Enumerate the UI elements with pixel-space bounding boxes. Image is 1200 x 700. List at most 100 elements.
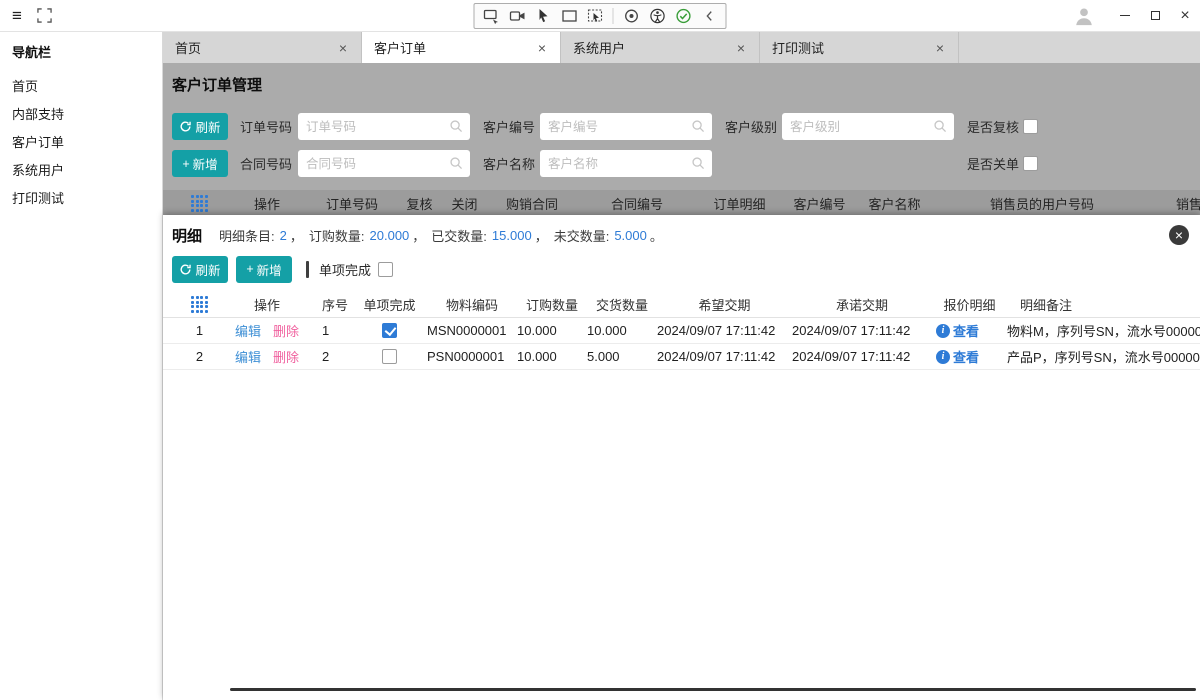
tab-label: 客户订单 [374,41,427,56]
sidebar-title: 导航栏 [12,45,52,60]
sidebar-item-customer-orders[interactable]: 客户订单 [0,129,162,157]
sidebar-item-print-test[interactable]: 打印测试 [0,185,162,213]
grid-settings-icon[interactable] [191,195,208,212]
sidebar-item-system-users[interactable]: 系统用户 [0,157,162,185]
plus-icon: + [246,262,254,276]
add-button[interactable]: + 新增 [172,150,228,177]
note-cell: 产品P，序列号SN，流水号00000 [1007,350,1200,365]
tab-close-icon[interactable]: × [735,40,747,56]
row-actions: 编辑 删除 [227,321,307,340]
row-number: 2 [195,349,204,364]
sidebar: 导航栏 首页 内部支持 客户订单 系统用户 打印测试 [0,32,163,700]
tab-close-icon[interactable]: × [536,40,548,56]
detail-close-button[interactable]: × [1169,225,1189,245]
quote-detail-cell: i 查看 [932,347,1007,366]
qty-ordered-cell: 10.000 [517,323,557,338]
screen-share-icon[interactable] [483,8,500,25]
tab-close-icon[interactable]: × [934,40,946,56]
single-done-label: 单项完成 [319,262,372,278]
closed-checkbox[interactable] [1023,156,1039,171]
tab-home[interactable]: 首页 × [163,32,362,63]
search-icon [450,157,463,170]
order-no-input[interactable] [298,113,471,140]
orders-header-order-no: 订单号码 [325,197,378,212]
tab-customer-orders[interactable]: 客户订单 × [362,32,561,63]
edit-link[interactable]: 编辑 [235,321,261,340]
summary-items-value: 2 [279,227,287,243]
customer-no-input[interactable] [540,113,713,140]
add-button-label: 新增 [192,158,218,172]
order-no-input-wrap [298,113,471,140]
single-done-checkbox[interactable] [382,349,397,364]
reviewed-checkbox[interactable] [1023,119,1039,134]
summary-separator: ， [534,228,548,244]
detail-header-qty-delivered: 交货数量 [595,298,648,313]
filter-row-2: + 新增 合同号码 客户名称 是否关单 [163,150,1200,177]
grid-settings-icon[interactable] [191,296,208,313]
orders-header-contract-no: 合同编号 [610,197,663,212]
video-camera-icon[interactable] [509,8,526,25]
tab-bar: 首页 × 客户订单 × 系统用户 × 打印测试 × [163,32,1200,63]
summary-undelivered-value: 5.000 [614,227,647,243]
tab-system-users[interactable]: 系统用户 × [561,32,760,63]
filter-row-1: 刷新 订单号码 客户编号 客户级别 是否复核 [163,113,1200,140]
material-code-cell: PSN0000001 [427,349,505,364]
maximize-button[interactable] [1140,0,1170,32]
order-no-label: 订单号码 [240,120,293,135]
summary-ordered-label: 订购数量: [308,228,365,244]
single-done-filter-checkbox[interactable] [378,261,394,277]
minimize-button[interactable] [1110,0,1140,32]
hamburger-menu-icon[interactable]: ≡ [12,7,22,24]
record-icon[interactable] [623,8,640,25]
orders-header-reviewed: 复核 [406,197,433,212]
detail-actions: 刷新 + 新增 单项完成 [172,255,394,283]
close-button[interactable]: × [1170,0,1200,32]
sidebar-item-home[interactable]: 首页 [0,73,162,101]
summary-delivered-value: 15.000 [491,227,532,243]
material-code-cell: MSN0000001 [427,323,507,338]
capture-toolbar [473,3,727,29]
edit-link[interactable]: 编辑 [235,347,261,366]
single-done-cell [352,349,427,364]
orders-table-header: 操作 订单号码 复核 关闭 购销合同 合同编号 订单明细 客户编号 客户名称 销… [163,190,1200,217]
orders-header-salesman: 销售员的 [1175,197,1200,212]
customer-name-input-wrap [540,150,713,177]
hope-date-cell: 2024/09/07 17:11:42 [657,349,776,364]
horizontal-scrollbar[interactable] [230,688,1196,691]
expand-icon[interactable] [36,7,54,25]
tab-close-icon[interactable]: × [337,40,349,56]
delete-link[interactable]: 删除 [273,321,299,340]
promise-date-cell: 2024/09/07 17:11:42 [792,349,911,364]
collapse-chevron-icon[interactable] [701,8,718,25]
tab-print-test[interactable]: 打印测试 × [760,32,959,63]
customer-level-input[interactable] [782,113,955,140]
refresh-button[interactable]: 刷新 [172,113,228,140]
search-icon [692,157,705,170]
customer-name-input[interactable] [540,150,713,177]
summary-delivered-label: 已交数量: [431,228,487,244]
cursor-capture-icon[interactable] [587,8,604,25]
detail-header-promise-date: 承诺交期 [835,298,888,313]
single-done-checkbox[interactable] [382,323,397,338]
detail-header-single-done: 单项完成 [363,298,416,313]
contract-no-input[interactable] [298,150,471,177]
summary-period: 。 [649,228,663,244]
view-link[interactable]: 查看 [953,321,979,340]
sidebar-item-internal-support[interactable]: 内部支持 [0,101,162,129]
view-link[interactable]: 查看 [953,347,979,366]
detail-header-note: 明细备注 [1020,298,1073,313]
plus-icon: + [182,156,190,171]
user-avatar-icon[interactable] [1072,4,1096,28]
accessibility-icon[interactable] [649,8,666,25]
success-check-icon[interactable] [675,8,692,25]
cursor-icon[interactable] [535,8,552,25]
seq-cell: 2 [322,349,330,364]
rectangle-select-icon[interactable] [561,8,578,25]
contract-no-input-wrap [298,150,471,177]
orders-header-customer-name: 客户名称 [868,197,921,212]
column-settings-cell [172,296,227,313]
delete-link[interactable]: 删除 [273,347,299,366]
detail-add-button[interactable]: + 新增 [236,255,292,283]
detail-refresh-button[interactable]: 刷新 [172,255,228,283]
orders-header-actions: 操作 [253,197,280,212]
